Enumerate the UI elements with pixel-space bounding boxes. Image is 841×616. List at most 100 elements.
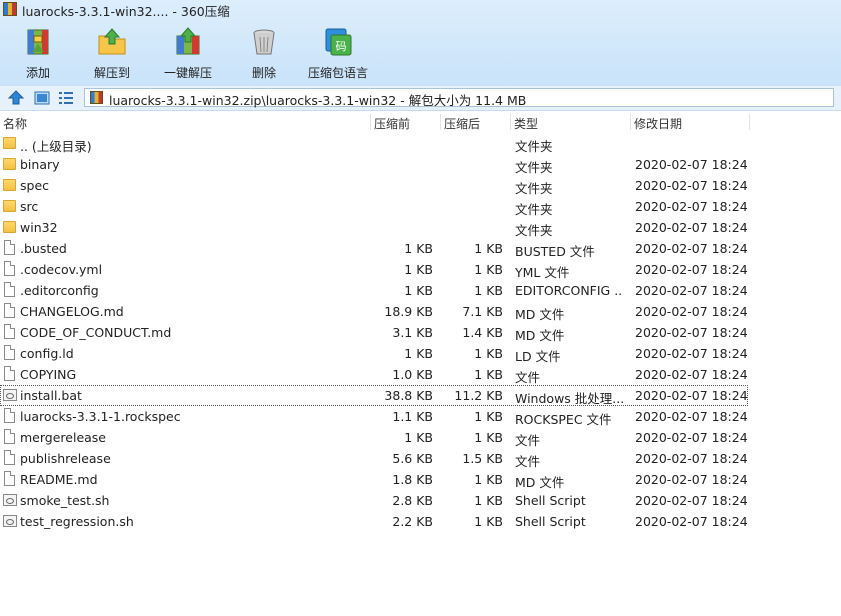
file-row[interactable]: install.bat 38.8 KB 11.2 KB Windows 批处理... 2… (0, 385, 748, 406)
file-row[interactable]: mergerelease 1 KB 1 KB 文件 2020-02-07 18:24 (0, 427, 748, 448)
modified-date: 2020-02-07 18:24 (635, 304, 748, 319)
title-bar: luarocks-3.3.1-win32.... - 360压缩 (0, 0, 841, 20)
column-divider[interactable] (749, 114, 750, 130)
path-field[interactable]: luarocks-3.3.1-win32.zip\luarocks-3.3.1-… (84, 88, 834, 108)
extract-to-button[interactable]: 解压到 (74, 24, 150, 84)
column-divider[interactable] (510, 114, 511, 130)
compressed-size: 11.2 KB (454, 388, 503, 403)
file-name: binary (20, 157, 60, 172)
up-arrow-icon[interactable] (7, 89, 25, 107)
file-type: 文件 (515, 370, 541, 385)
archive-language-button[interactable]: 码 压缩包语言 (300, 24, 376, 84)
file-type: MD 文件 (515, 307, 565, 322)
file-row[interactable]: publishrelease 5.6 KB 1.5 KB 文件 2020-02-07 1… (0, 448, 748, 469)
modified-date: 2020-02-07 18:24 (635, 199, 748, 214)
original-size: 38.8 KB (384, 388, 433, 403)
extract-folder-icon (98, 28, 126, 55)
compressed-size: 1 KB (474, 367, 503, 382)
file-name: README.md (20, 472, 98, 487)
original-size: 1.8 KB (392, 472, 433, 487)
file-type: Windows 批处理... (515, 391, 623, 406)
file-type: MD 文件 (515, 475, 565, 490)
file-row[interactable]: src 文件夹 2020-02-07 18:24 (0, 196, 748, 217)
file-row[interactable]: binary 文件夹 2020-02-07 18:24 (0, 154, 748, 175)
file-row[interactable]: README.md 1.8 KB 1 KB MD 文件 2020-02-07 18:24 (0, 469, 748, 490)
file-type: 文件 (515, 433, 541, 448)
file-name: mergerelease (20, 430, 106, 445)
compressed-size: 7.1 KB (462, 304, 503, 319)
file-icon (4, 450, 15, 465)
file-row[interactable]: .editorconfig 1 KB 1 KB EDITORCONFIG ... 202… (0, 280, 748, 301)
modified-date: 2020-02-07 18:24 (635, 388, 748, 403)
file-name: test_regression.sh (20, 514, 134, 529)
file-row[interactable]: .. (上级目录) 文件夹 (0, 133, 748, 154)
original-size: 2.2 KB (392, 514, 433, 529)
file-type: MD 文件 (515, 328, 565, 343)
trash-icon (253, 29, 275, 55)
original-size: 18.9 KB (384, 304, 433, 319)
file-type: YML 文件 (515, 265, 570, 280)
file-row[interactable]: CODE_OF_CONDUCT.md 3.1 KB 1.4 KB MD 文件 2020-… (0, 322, 748, 343)
file-icon (4, 408, 15, 423)
original-size: 1 KB (404, 346, 433, 361)
modified-date: 2020-02-07 18:24 (635, 325, 748, 340)
file-icon (4, 429, 15, 444)
original-size: 1 KB (404, 283, 433, 298)
file-type: 文件 (515, 454, 541, 469)
file-icon (4, 240, 15, 255)
modified-date: 2020-02-07 18:24 (635, 493, 748, 508)
original-size: 5.6 KB (392, 451, 433, 466)
file-row[interactable]: .busted 1 KB 1 KB BUSTED 文件 2020-02-07 18:24 (0, 238, 748, 259)
file-row[interactable]: .codecov.yml 1 KB 1 KB YML 文件 2020-02-07 18:… (0, 259, 748, 280)
list-view-icon[interactable] (57, 89, 75, 107)
modified-date: 2020-02-07 18:24 (635, 220, 748, 235)
original-size: 1 KB (404, 241, 433, 256)
file-row[interactable]: spec 文件夹 2020-02-07 18:24 (0, 175, 748, 196)
file-row[interactable]: config.ld 1 KB 1 KB LD 文件 2020-02-07 18:24 (0, 343, 748, 364)
modified-date: 2020-02-07 18:24 (635, 241, 748, 256)
file-row[interactable]: smoke_test.sh 2.8 KB 1 KB Shell Script 2020-… (0, 490, 748, 511)
column-type[interactable]: 类型 (514, 115, 538, 132)
column-modified[interactable]: 修改日期 (634, 115, 682, 132)
file-icon (4, 282, 15, 297)
modified-date: 2020-02-07 18:24 (635, 367, 748, 382)
column-divider[interactable] (630, 114, 631, 130)
compressed-size: 1 KB (474, 472, 503, 487)
file-icon (4, 471, 15, 486)
add-button[interactable]: 添加 (0, 24, 76, 84)
script-icon (3, 515, 17, 527)
encoding-icon: 码 (325, 28, 352, 56)
original-size: 1.0 KB (392, 367, 433, 382)
extract-label: 解压到 (93, 66, 130, 80)
one-click-extract-icon (176, 27, 200, 55)
file-icon (4, 345, 15, 360)
file-name: COPYING (20, 367, 77, 382)
file-name: config.ld (20, 346, 74, 361)
compressed-size: 1 KB (474, 409, 503, 424)
modified-date: 2020-02-07 18:24 (635, 514, 748, 529)
delete-button[interactable]: 删除 (226, 24, 302, 84)
file-type: 文件夹 (515, 223, 553, 238)
file-row[interactable]: win32 文件夹 2020-02-07 18:24 (0, 217, 748, 238)
archive-icon (90, 91, 103, 104)
file-row[interactable]: test_regression.sh 2.2 KB 1 KB Shell Script… (0, 511, 748, 532)
file-name: CODE_OF_CONDUCT.md (20, 325, 172, 340)
file-row[interactable]: CHANGELOG.md 18.9 KB 7.1 KB MD 文件 2020-02-07… (0, 301, 748, 322)
original-size: 1 KB (404, 430, 433, 445)
thumbnail-view-icon[interactable] (33, 89, 51, 107)
column-compressed-size[interactable]: 压缩后 (444, 115, 480, 132)
column-divider[interactable] (370, 114, 371, 130)
column-original-size[interactable]: 压缩前 (374, 115, 410, 132)
compressed-size: 1 KB (474, 241, 503, 256)
file-icon (4, 261, 15, 276)
file-type: BUSTED 文件 (515, 244, 595, 259)
file-row[interactable]: luarocks-3.3.1-1.rockspec 1.1 KB 1 KB ROCKS… (0, 406, 748, 427)
window-title: luarocks-3.3.1-win32.... - 360压缩 (22, 4, 230, 19)
column-name[interactable]: 名称 (3, 115, 27, 132)
folder-icon (3, 158, 16, 170)
file-row[interactable]: COPYING 1.0 KB 1 KB 文件 2020-02-07 18:24 (0, 364, 748, 385)
column-divider[interactable] (440, 114, 441, 130)
modified-date: 2020-02-07 18:24 (635, 430, 748, 445)
address-bar: luarocks-3.3.1-win32.zip\luarocks-3.3.1-… (0, 86, 841, 111)
one-click-extract-button[interactable]: 一键解压 (150, 24, 226, 84)
